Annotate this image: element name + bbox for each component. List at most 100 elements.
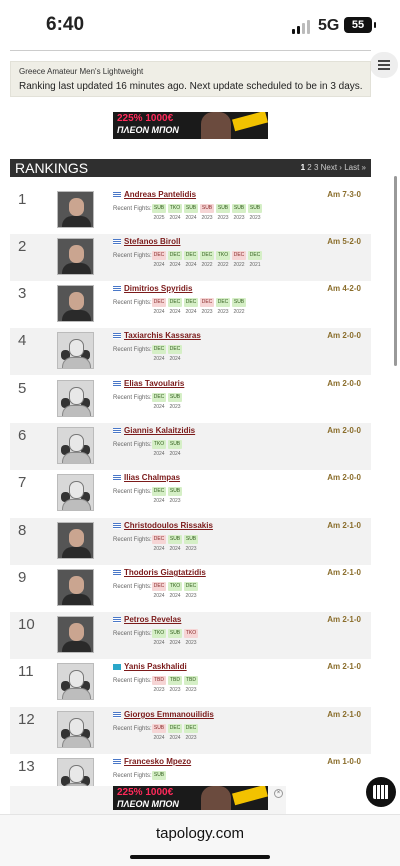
ad-close-icon[interactable]: × — [274, 789, 283, 798]
ranking-row[interactable]: 8 Christodoulos Rissakis Am 2-1-0 Recent… — [10, 518, 371, 565]
recent-fight[interactable]: SUB 2024 — [168, 629, 182, 646]
recent-fight[interactable]: DEC 2024 — [152, 582, 166, 599]
ranking-row[interactable]: 9 Thodoris Giagtatzidis Am 2-1-0 Recent … — [10, 565, 371, 612]
recent-fight[interactable]: TKO 2024 — [168, 204, 182, 221]
ad-banner-bottom[interactable]: 225% 1000€ ΠΛΕΟΝ ΜΠΟΝ × — [10, 786, 286, 814]
fight-year: 2024 — [169, 262, 181, 268]
recent-fight[interactable]: DEC 2024 — [168, 345, 182, 362]
fighter-photo[interactable] — [57, 427, 94, 464]
recent-fight[interactable]: SUB 2024 — [168, 440, 182, 457]
fighter-name-link[interactable]: Andreas Pantelidis — [124, 190, 196, 199]
fighter-name-link[interactable]: Francesko Mpezo — [124, 757, 191, 766]
fighter-photo[interactable] — [57, 663, 94, 700]
recent-fight[interactable]: DEC 2024 — [152, 393, 166, 410]
recent-fight[interactable]: SUB 2023 — [248, 204, 262, 221]
fighter-photo[interactable] — [57, 380, 94, 417]
recent-fight[interactable]: TBD 2023 — [152, 676, 166, 693]
recent-fight[interactable]: SUB 2022 — [232, 298, 246, 315]
fighter-photo[interactable] — [57, 616, 94, 653]
recent-fight[interactable]: SUB 2024 — [152, 724, 166, 741]
recent-fight[interactable]: DEC 2024 — [152, 487, 166, 504]
recent-fight[interactable]: TKO 2024 — [152, 440, 166, 457]
recent-fight[interactable]: SUB 2024 — [168, 535, 182, 552]
recent-fight[interactable]: TKO 2024 — [168, 582, 182, 599]
fighter-name-link[interactable]: Christodoulos Rissakis — [124, 521, 213, 530]
recent-fight[interactable]: SUB 2023 — [232, 204, 246, 221]
ranking-row[interactable]: 6 Giannis Kalaitzidis Am 2-0-0 Recent Fi… — [10, 423, 371, 470]
fighter-name-link[interactable]: Stefanos Biroll — [124, 237, 180, 246]
recent-fight[interactable]: DEC 2023 — [184, 582, 198, 599]
recent-fight[interactable]: DEC 2022 — [232, 251, 246, 268]
ranking-row[interactable]: 12 Giorgos Emmanouilidis Am 2-1-0 Recent… — [10, 707, 371, 754]
ad-banner-bottom-image[interactable]: 225% 1000€ ΠΛΕΟΝ ΜΠΟΝ — [113, 786, 268, 810]
fighter-name-link[interactable]: Petros Revelas — [124, 615, 181, 624]
recent-fight[interactable]: DEC 2023 — [184, 724, 198, 741]
fighter-name-link[interactable]: Giannis Kalaitzidis — [124, 426, 195, 435]
recent-fight[interactable]: SUB 2023 — [168, 487, 182, 504]
ad-banner-top[interactable]: 225% 1000€ ΠΛΕΟΝ ΜΠΟΝ — [113, 112, 268, 139]
recent-fight[interactable]: DEC 2024 — [168, 298, 182, 315]
recent-fight[interactable]: DEC 2024 — [168, 724, 182, 741]
fist-icon[interactable] — [366, 777, 396, 807]
recent-fight[interactable]: DEC 2023 — [200, 298, 214, 315]
scrollbar[interactable] — [394, 176, 397, 366]
fight-year: 2022 — [201, 262, 213, 268]
recent-fight[interactable]: DEC 2024 — [152, 298, 166, 315]
recent-fight[interactable]: DEC 2024 — [184, 298, 198, 315]
fighter-photo[interactable] — [57, 191, 94, 228]
recent-fight[interactable]: DEC 2022 — [200, 251, 214, 268]
menu-icon[interactable] — [370, 52, 398, 78]
fighter-name-link[interactable]: Thodoris Giagtatzidis — [124, 568, 206, 577]
recent-fight[interactable]: SUB 2023 — [168, 393, 182, 410]
recent-fight[interactable]: SUB 2023 — [200, 204, 214, 221]
recent-fight[interactable]: TKO 2023 — [184, 629, 198, 646]
recent-fight[interactable]: SUB — [152, 771, 166, 782]
recent-fights: DEC 2024 TKO 2024 DEC 2023 — [152, 582, 198, 599]
page-last[interactable]: Last » — [344, 163, 366, 172]
fighter-name-link[interactable]: Taxiarchis Kassaras — [124, 331, 201, 340]
page-link-3[interactable]: 3 — [314, 163, 318, 172]
recent-fight[interactable]: TBD 2023 — [184, 676, 198, 693]
fight-year: 2024 — [169, 640, 181, 646]
ranking-row[interactable]: 7 Ilias Chalmpas Am 2-0-0 Recent Fights:… — [10, 470, 371, 517]
ranking-row[interactable]: 3 Dimitrios Spyridis Am 4-2-0 Recent Fig… — [10, 281, 371, 328]
fighter-photo[interactable] — [57, 522, 94, 559]
ranking-row[interactable]: 4 Taxiarchis Kassaras Am 2-0-0 Recent Fi… — [10, 328, 371, 375]
recent-fight[interactable]: TKO 2024 — [152, 629, 166, 646]
page-next[interactable]: Next › — [321, 163, 342, 172]
recent-fight[interactable]: SUB 2023 — [216, 204, 230, 221]
recent-fight[interactable]: DEC 2021 — [248, 251, 262, 268]
fighter-photo[interactable] — [57, 332, 94, 369]
fighter-photo[interactable] — [57, 569, 94, 606]
ranking-row[interactable]: 11 Yanis Paskhalidi Am 2-1-0 Recent Figh… — [10, 659, 371, 706]
recent-fight[interactable]: DEC 2024 — [152, 251, 166, 268]
fighter-name-link[interactable]: Giorgos Emmanouilidis — [124, 710, 214, 719]
fighter-photo[interactable] — [57, 711, 94, 748]
ranking-row[interactable]: 2 Stefanos Biroll Am 5-2-0 Recent Fights… — [10, 234, 371, 281]
recent-fight[interactable]: TKO 2022 — [216, 251, 230, 268]
recent-fight[interactable]: DEC 2024 — [168, 251, 182, 268]
fighter-name-link[interactable]: Ilias Chalmpas — [124, 473, 180, 482]
fighter-name-link[interactable]: Dimitrios Spyridis — [124, 284, 192, 293]
home-indicator[interactable] — [130, 855, 270, 859]
browser-url-bar[interactable]: tapology.com — [0, 814, 400, 866]
fighter-name-link[interactable]: Yanis Paskhalidi — [124, 662, 187, 671]
recent-fight[interactable]: DEC 2024 — [184, 251, 198, 268]
page-current[interactable]: 1 — [301, 163, 305, 172]
recent-fight[interactable]: DEC 2023 — [216, 298, 230, 315]
recent-fight[interactable]: SUB 2024 — [184, 204, 198, 221]
ranking-row[interactable]: 1 Andreas Pantelidis Am 7-3-0 Recent Fig… — [10, 187, 371, 234]
fighter-name-link[interactable]: Elias Tavoularis — [124, 379, 184, 388]
fighter-photo[interactable] — [57, 285, 94, 322]
recent-fight[interactable]: SUB 2023 — [184, 535, 198, 552]
fighter-photo[interactable] — [57, 238, 94, 275]
recent-fight[interactable]: DEC 2024 — [152, 345, 166, 362]
ranking-row[interactable]: 10 Petros Revelas Am 2-1-0 Recent Fights… — [10, 612, 371, 659]
recent-fight[interactable]: TBD 2023 — [168, 676, 182, 693]
recent-fight[interactable]: DEC 2024 — [152, 535, 166, 552]
recent-fight[interactable]: SUB 2025 — [152, 204, 166, 221]
fighter-photo[interactable] — [57, 474, 94, 511]
fight-year: 2023 — [217, 215, 229, 221]
ranking-row[interactable]: 5 Elias Tavoularis Am 2-0-0 Recent Fight… — [10, 376, 371, 423]
page-link-2[interactable]: 2 — [307, 163, 311, 172]
